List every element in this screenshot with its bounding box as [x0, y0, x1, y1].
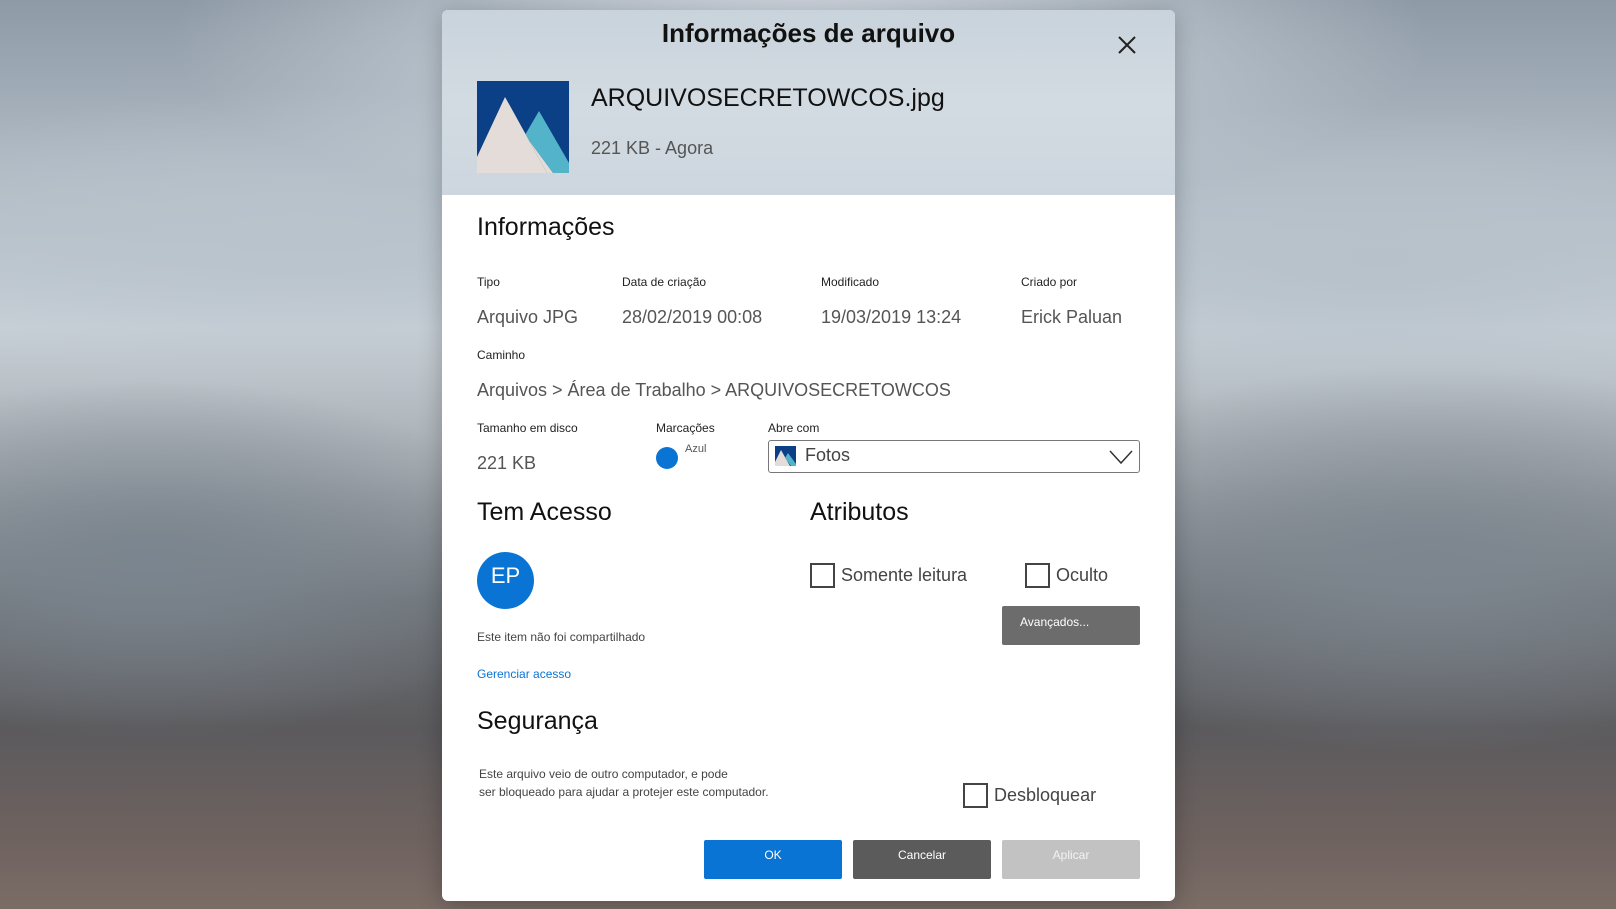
- ok-button[interactable]: OK: [704, 840, 842, 879]
- security-text-line1: Este arquivo veio de outro computador, e…: [479, 767, 728, 781]
- share-status: Este item não foi compartilhado: [477, 630, 646, 644]
- hidden-checkbox[interactable]: [1025, 563, 1050, 588]
- opens-with-value: Fotos: [805, 445, 851, 465]
- tag-color-dot: [656, 447, 678, 469]
- dialog-title: Informações de arquivo: [661, 18, 956, 48]
- access-heading: Tem Acesso: [477, 498, 612, 526]
- opens-with-dropdown[interactable]: Fotos: [768, 440, 1140, 473]
- apply-button[interactable]: Aplicar: [1002, 840, 1140, 879]
- size-value: 221 KB: [477, 453, 537, 473]
- modified-value: 19/03/2019 13:24: [821, 307, 962, 327]
- size-label: Tamanho em disco: [477, 421, 578, 435]
- path-value: Arquivos > Área de Trabalho > ARQUIVOSEC…: [477, 380, 951, 400]
- security-heading: Segurança: [477, 707, 598, 735]
- opens-with-label: Abre com: [768, 421, 820, 435]
- created-value: 28/02/2019 00:08: [622, 307, 763, 327]
- readonly-checkbox[interactable]: [810, 563, 835, 588]
- created-label: Data de criação: [622, 275, 707, 289]
- type-label: Tipo: [477, 275, 500, 289]
- tag-name: Azul: [685, 443, 707, 455]
- security-text-line2: ser bloqueado para ajudar a protejer est…: [479, 785, 769, 799]
- author-label: Criado por: [1021, 275, 1078, 289]
- modified-label: Modificado: [821, 275, 880, 289]
- photos-app-icon: [775, 446, 796, 466]
- attributes-heading: Atributos: [810, 498, 909, 526]
- close-button[interactable]: [1114, 32, 1140, 58]
- chevron-down-icon: [1109, 450, 1133, 465]
- hidden-checkbox-row[interactable]: Oculto: [1025, 563, 1108, 588]
- cancel-button[interactable]: Cancelar: [853, 840, 991, 879]
- file-name: ARQUIVOSECRETOWCOS.jpg: [591, 84, 945, 112]
- advanced-button[interactable]: Avançados...: [1002, 606, 1140, 645]
- path-label: Caminho: [477, 348, 526, 362]
- unblock-label: Desbloquear: [994, 785, 1097, 805]
- type-value: Arquivo JPG: [477, 307, 579, 327]
- close-icon: [1118, 36, 1136, 54]
- info-heading: Informações: [477, 213, 615, 241]
- manage-access-link[interactable]: Gerenciar acesso: [477, 667, 571, 681]
- readonly-label: Somente leitura: [841, 565, 968, 585]
- unblock-checkbox-row[interactable]: Desbloquear: [963, 783, 1096, 808]
- avatar: EP: [477, 552, 534, 609]
- author-value: Erick Paluan: [1021, 307, 1123, 327]
- dialog-header: Informações de arquivo ARQUIVOSECRETOWCO…: [442, 10, 1175, 195]
- readonly-checkbox-row[interactable]: Somente leitura: [810, 563, 967, 588]
- image-file-icon: [477, 81, 569, 173]
- tags-label: Marcações: [656, 421, 715, 435]
- unblock-checkbox[interactable]: [963, 783, 988, 808]
- hidden-label: Oculto: [1056, 565, 1109, 585]
- file-meta: 221 KB - Agora: [591, 138, 714, 158]
- file-info-dialog: Informações de arquivo ARQUIVOSECRETOWCO…: [442, 10, 1175, 901]
